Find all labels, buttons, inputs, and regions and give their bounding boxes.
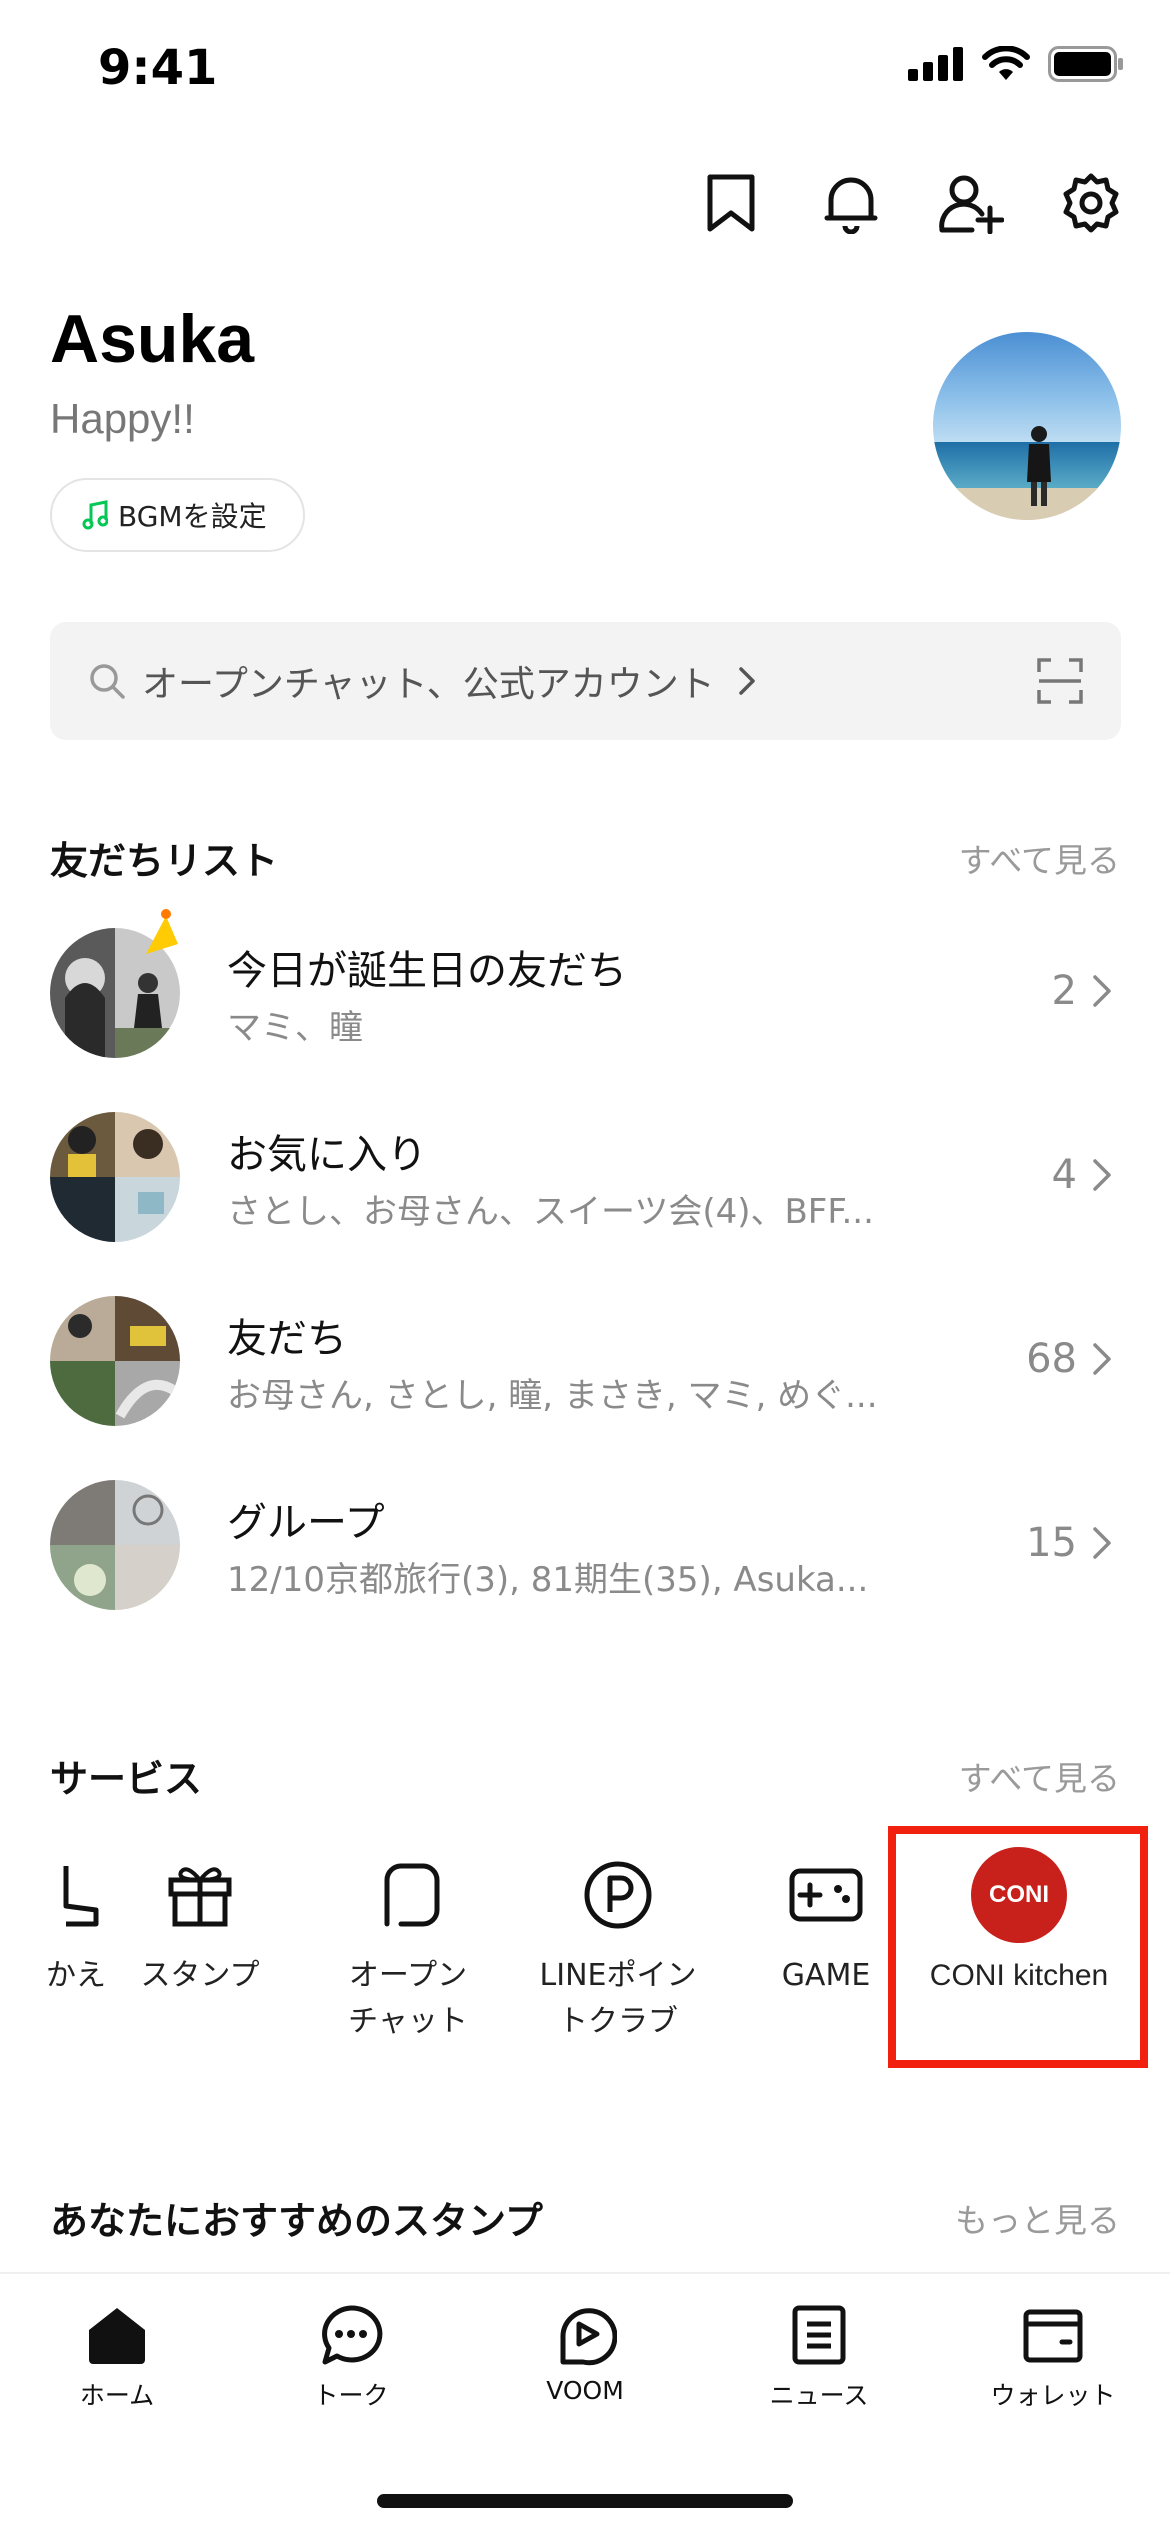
friend-row-count-value: 4 <box>1051 1152 1077 1198</box>
service-label: オープン チャット <box>348 1958 468 2039</box>
chevron-right-icon <box>1093 1527 1111 1559</box>
chevron-right-icon <box>1093 1159 1111 1191</box>
service-item-open-chat[interactable]: オープン チャット <box>308 1845 508 2045</box>
music-note-icon <box>82 500 108 530</box>
nav-label: ウォレット <box>990 2381 1116 2410</box>
friend-row-count-value: 2 <box>1051 968 1077 1014</box>
settings-icon[interactable] <box>1058 170 1124 236</box>
bgm-button[interactable]: BGMを設定 <box>50 478 305 552</box>
friend-row-title: 今日が誕生日の友だち <box>227 948 627 994</box>
chevron-right-icon <box>1093 975 1111 1007</box>
open-chat-icon <box>384 1863 440 1927</box>
add-friend-icon[interactable] <box>938 170 1004 236</box>
service-label: LINEポイン トクラブ <box>539 1958 697 2039</box>
gift-icon <box>168 1867 232 1927</box>
search-placeholder: オープンチャット、公式アカウント <box>142 664 715 705</box>
points-icon <box>584 1861 652 1929</box>
bgm-label: BGMを設定 <box>118 500 267 533</box>
friend-row-title: 友だち <box>227 1316 347 1362</box>
groups-avatar <box>50 1480 180 1610</box>
friend-row-subtitle: 12/10京都旅行(3), 81期生(35), Asuka... <box>227 1560 869 1600</box>
nav-tab-home[interactable]: ホーム <box>0 2274 234 2442</box>
home-indicator[interactable] <box>377 2494 793 2508</box>
nav-label: ニュース <box>769 2381 869 2410</box>
nav-label: トーク <box>313 2381 389 2410</box>
battery-icon <box>1048 46 1123 82</box>
top-actions <box>698 170 1124 236</box>
profile-status-message[interactable]: Happy!! <box>50 395 195 443</box>
bookmark-icon[interactable] <box>698 170 764 236</box>
friends-avatar <box>50 1296 180 1426</box>
friend-list-row-groups[interactable]: グループ 12/10京都旅行(3), 81期生(35), Asuka... 15 <box>50 1480 1121 1630</box>
friend-list-row-birthdays[interactable]: 今日が誕生日の友だち マミ、瞳 2 <box>50 909 1121 1078</box>
chevron-right-icon <box>1093 1343 1111 1375</box>
nav-tab-wallet[interactable]: ウォレット <box>936 2274 1170 2442</box>
friend-list-row-favorites[interactable]: お気に入り さとし、お母さん、スイーツ会(4)、BFF... 4 <box>50 1112 1121 1262</box>
game-icon <box>789 1868 863 1922</box>
wallet-icon <box>1023 2309 1083 2363</box>
nav-tab-news[interactable]: ニュース <box>702 2274 936 2442</box>
nav-label: ホーム <box>79 2381 155 2410</box>
friend-row-count: 2 <box>1052 968 1113 1014</box>
chevron-right-icon <box>739 667 755 695</box>
service-label: スタンプ <box>140 1958 260 1993</box>
profile-name[interactable]: Asuka <box>50 300 254 378</box>
voom-icon <box>560 2308 617 2366</box>
friend-row-count: 4 <box>1052 1152 1113 1198</box>
signal-icon <box>908 47 963 81</box>
wifi-icon <box>982 46 1030 80</box>
service-item-stickers[interactable]: スタンプ <box>100 1845 300 1999</box>
bell-icon[interactable] <box>818 170 884 236</box>
theme-icon <box>63 1866 99 1927</box>
friend-row-count-value: 15 <box>1026 1520 1077 1566</box>
friends-section-title: 友だちリスト <box>50 839 279 883</box>
friend-row-subtitle: お母さん, さとし, 瞳, まさき, マミ, めぐ... <box>227 1376 878 1416</box>
stickers-section-title: あなたにおすすめのスタンプ <box>50 2199 543 2243</box>
status-icons <box>908 46 1124 82</box>
friends-see-all-link[interactable]: すべて見る <box>959 834 1120 882</box>
nav-label: VOOM <box>546 2376 624 2405</box>
news-icon <box>792 2305 846 2365</box>
status-time: 9:41 <box>98 40 218 96</box>
party-hat-icon <box>146 909 178 954</box>
services-section-title: サービス <box>50 1757 203 1801</box>
stickers-see-more-link[interactable]: もっと見る <box>955 2194 1120 2242</box>
friend-row-title: グループ <box>227 1500 385 1546</box>
services-see-all-link[interactable]: すべて見る <box>959 1752 1120 1800</box>
friend-row-count-value: 68 <box>1026 1336 1077 1382</box>
home-icon <box>89 2308 145 2364</box>
friend-row-count: 68 <box>1026 1336 1113 1382</box>
profile-avatar[interactable] <box>933 332 1121 520</box>
friend-row-subtitle: さとし、お母さん、スイーツ会(4)、BFF... <box>227 1192 874 1232</box>
nav-tab-chat[interactable]: トーク <box>234 2274 468 2442</box>
friend-list-row-friends[interactable]: 友だち お母さん, さとし, 瞳, まさき, マミ, めぐ... 68 <box>50 1296 1121 1446</box>
favorites-avatar <box>50 1112 180 1242</box>
bottom-nav: ホーム トーク VOOM ニュース ウォレット <box>0 2272 1170 2442</box>
nav-tab-voom[interactable]: VOOM <box>468 2274 702 2442</box>
service-item-line-points[interactable]: LINEポイン トクラブ <box>518 1845 718 2045</box>
friend-row-title: お気に入り <box>227 1132 427 1178</box>
search-bar[interactable]: オープンチャット、公式アカウント <box>50 622 1121 740</box>
search-icon <box>90 664 125 699</box>
chat-icon <box>322 2305 383 2365</box>
friend-row-count: 15 <box>1026 1520 1113 1566</box>
highlight-box <box>888 1826 1148 2068</box>
friend-row-subtitle: マミ、瞳 <box>227 1008 363 1048</box>
qr-scan-icon[interactable] <box>1037 658 1083 704</box>
